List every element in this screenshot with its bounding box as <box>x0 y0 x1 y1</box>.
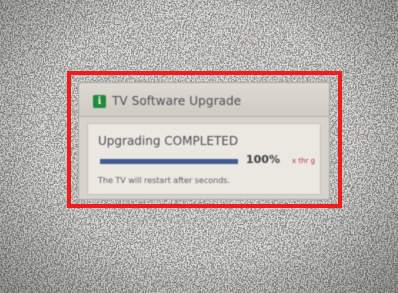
upgrade-dialog: i TV Software Upgrade Upgrading COMPLETE… <box>78 82 330 200</box>
progress-fill <box>100 159 238 164</box>
side-note: x thr g <box>292 157 316 165</box>
restart-countdown-text: The TV will restart after seconds. <box>98 176 230 185</box>
progress-bar <box>100 159 238 164</box>
dialog-header: i TV Software Upgrade <box>79 83 329 117</box>
dialog-title: TV Software Upgrade <box>112 94 242 108</box>
dialog-body: Upgrading COMPLETED 100% x thr g The TV … <box>87 123 321 195</box>
info-icon: i <box>93 95 106 108</box>
status-text: Upgrading COMPLETED <box>98 134 239 148</box>
progress-percent: 100% <box>246 153 280 166</box>
